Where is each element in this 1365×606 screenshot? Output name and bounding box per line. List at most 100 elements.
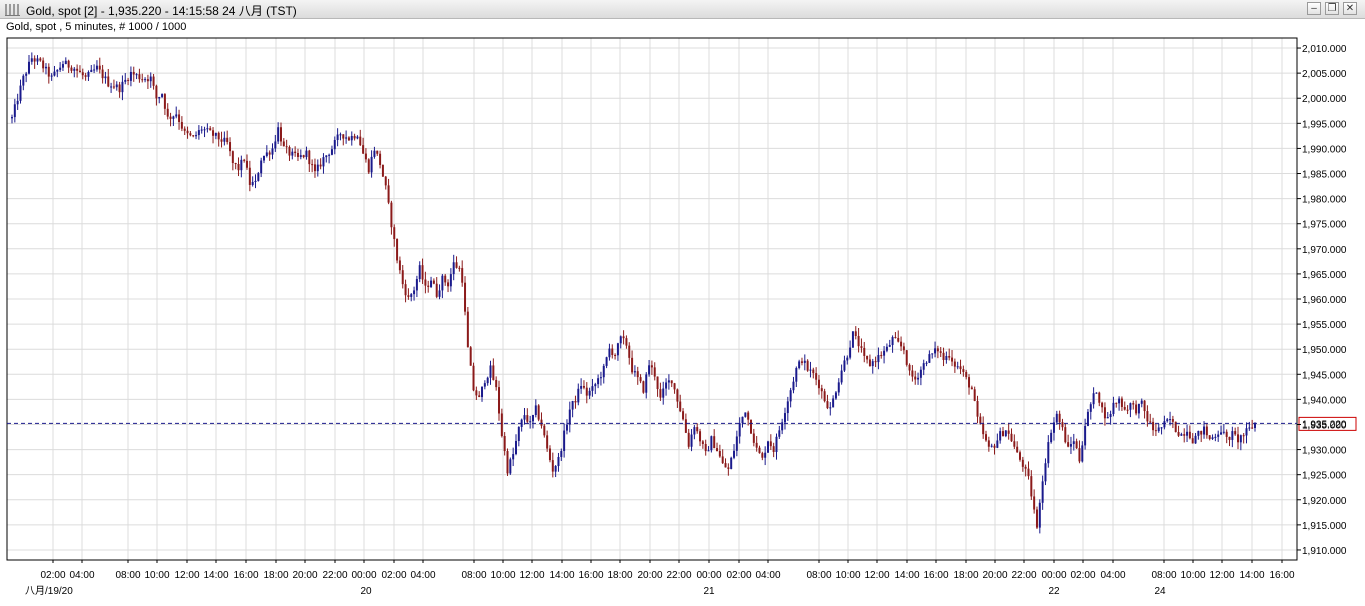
candle-body [738, 423, 741, 437]
candle-body [684, 419, 687, 433]
candle-body [149, 76, 152, 82]
candle-body [928, 354, 931, 363]
candle-body [155, 85, 158, 99]
candle-body [540, 419, 543, 426]
candle-body [61, 64, 64, 68]
candle-body [792, 381, 795, 391]
candle-body [1140, 400, 1143, 404]
x-tick-label: 12:00 [864, 570, 889, 581]
x-tick-label: 10:00 [144, 570, 169, 581]
candle-body [427, 285, 430, 287]
candle-body [441, 275, 444, 291]
candle-body [1041, 481, 1044, 503]
candle-body [843, 360, 846, 371]
candle-body [766, 441, 769, 453]
x-tick-label: 14:00 [894, 570, 919, 581]
candle-body [1163, 421, 1166, 428]
candle-body [183, 128, 186, 131]
x-tick-label: 16:00 [1269, 570, 1294, 581]
candle-body [900, 341, 903, 347]
candle-body [622, 336, 625, 339]
candle-body [483, 383, 486, 387]
candle-body [1010, 433, 1013, 442]
candle-body [616, 343, 619, 356]
candle-body [645, 374, 648, 393]
candle-body [1222, 431, 1225, 433]
candle-body [1197, 430, 1200, 436]
candle-body [820, 388, 823, 392]
candle-body [90, 69, 93, 72]
x-tick-label: 04:00 [1100, 570, 1125, 581]
candle-body [466, 311, 469, 348]
y-tick-label: 1,915.000 [1302, 521, 1347, 532]
candle-body [478, 395, 481, 398]
candle-body [854, 331, 857, 336]
candle-body [741, 416, 744, 424]
x-tick-label: 08:00 [115, 570, 140, 581]
candle-body [727, 467, 730, 469]
candle-body [144, 79, 147, 81]
y-tick-label: 1,930.000 [1302, 446, 1347, 457]
candle-body [308, 150, 311, 165]
candle-body [1160, 427, 1163, 429]
x-date-label: 21 [703, 586, 715, 597]
candle-body [381, 164, 384, 177]
candle-body [214, 132, 217, 136]
candle-body [526, 415, 529, 422]
candle-body [1027, 468, 1030, 477]
candle-body [1191, 438, 1194, 444]
x-tick-label: 10:00 [1180, 570, 1205, 581]
candle-body [112, 86, 115, 88]
candle-body [498, 387, 501, 414]
candle-body [597, 378, 600, 385]
candle-body [231, 151, 234, 164]
x-tick-label: 02:00 [381, 570, 406, 581]
candle-body [291, 151, 294, 156]
x-tick-label: 04:00 [69, 570, 94, 581]
candle-body [1095, 392, 1098, 394]
candle-body [1154, 430, 1157, 432]
candle-body [1180, 434, 1183, 436]
candle-body [319, 164, 322, 167]
candle-body [1069, 444, 1072, 447]
candle-body [257, 173, 260, 181]
candle-body [806, 360, 809, 371]
x-tick-label: 04:00 [410, 570, 435, 581]
candle-body [1129, 403, 1132, 410]
candle-body [302, 155, 305, 158]
candle-body [430, 280, 433, 287]
candle-body [999, 431, 1002, 441]
candle-body [968, 377, 971, 388]
candle-body [362, 145, 365, 154]
candle-body [299, 155, 302, 157]
candle-body [673, 383, 676, 390]
candle-body [189, 133, 192, 136]
candle-body [996, 440, 999, 448]
candle-body [628, 345, 631, 358]
x-tick-label: 16:00 [923, 570, 948, 581]
candle-body [987, 440, 990, 447]
candle-body [509, 459, 512, 474]
candle-body [523, 415, 526, 420]
candle-body [775, 436, 778, 452]
candle-body [608, 348, 611, 358]
candle-body [387, 185, 390, 203]
candle-body [1208, 435, 1211, 439]
candle-body [166, 108, 169, 117]
candle-body [1225, 431, 1228, 437]
price-chart[interactable]: 1,935.220 2,010.0002,005.0002,000.0001,9… [0, 0, 1365, 606]
candle-body [175, 114, 178, 117]
candle-body [492, 365, 495, 380]
x-tick-label: 16:00 [578, 570, 603, 581]
candle-body [696, 427, 699, 432]
candle-body [721, 456, 724, 464]
candle-body [517, 426, 520, 441]
candle-body [237, 164, 240, 171]
candle-body [750, 419, 753, 434]
candle-body [1118, 398, 1121, 404]
candle-body [1024, 466, 1027, 469]
candle-body [934, 348, 937, 354]
candle-body [716, 448, 719, 452]
candle-body [1157, 427, 1160, 432]
candle-body [546, 435, 549, 449]
